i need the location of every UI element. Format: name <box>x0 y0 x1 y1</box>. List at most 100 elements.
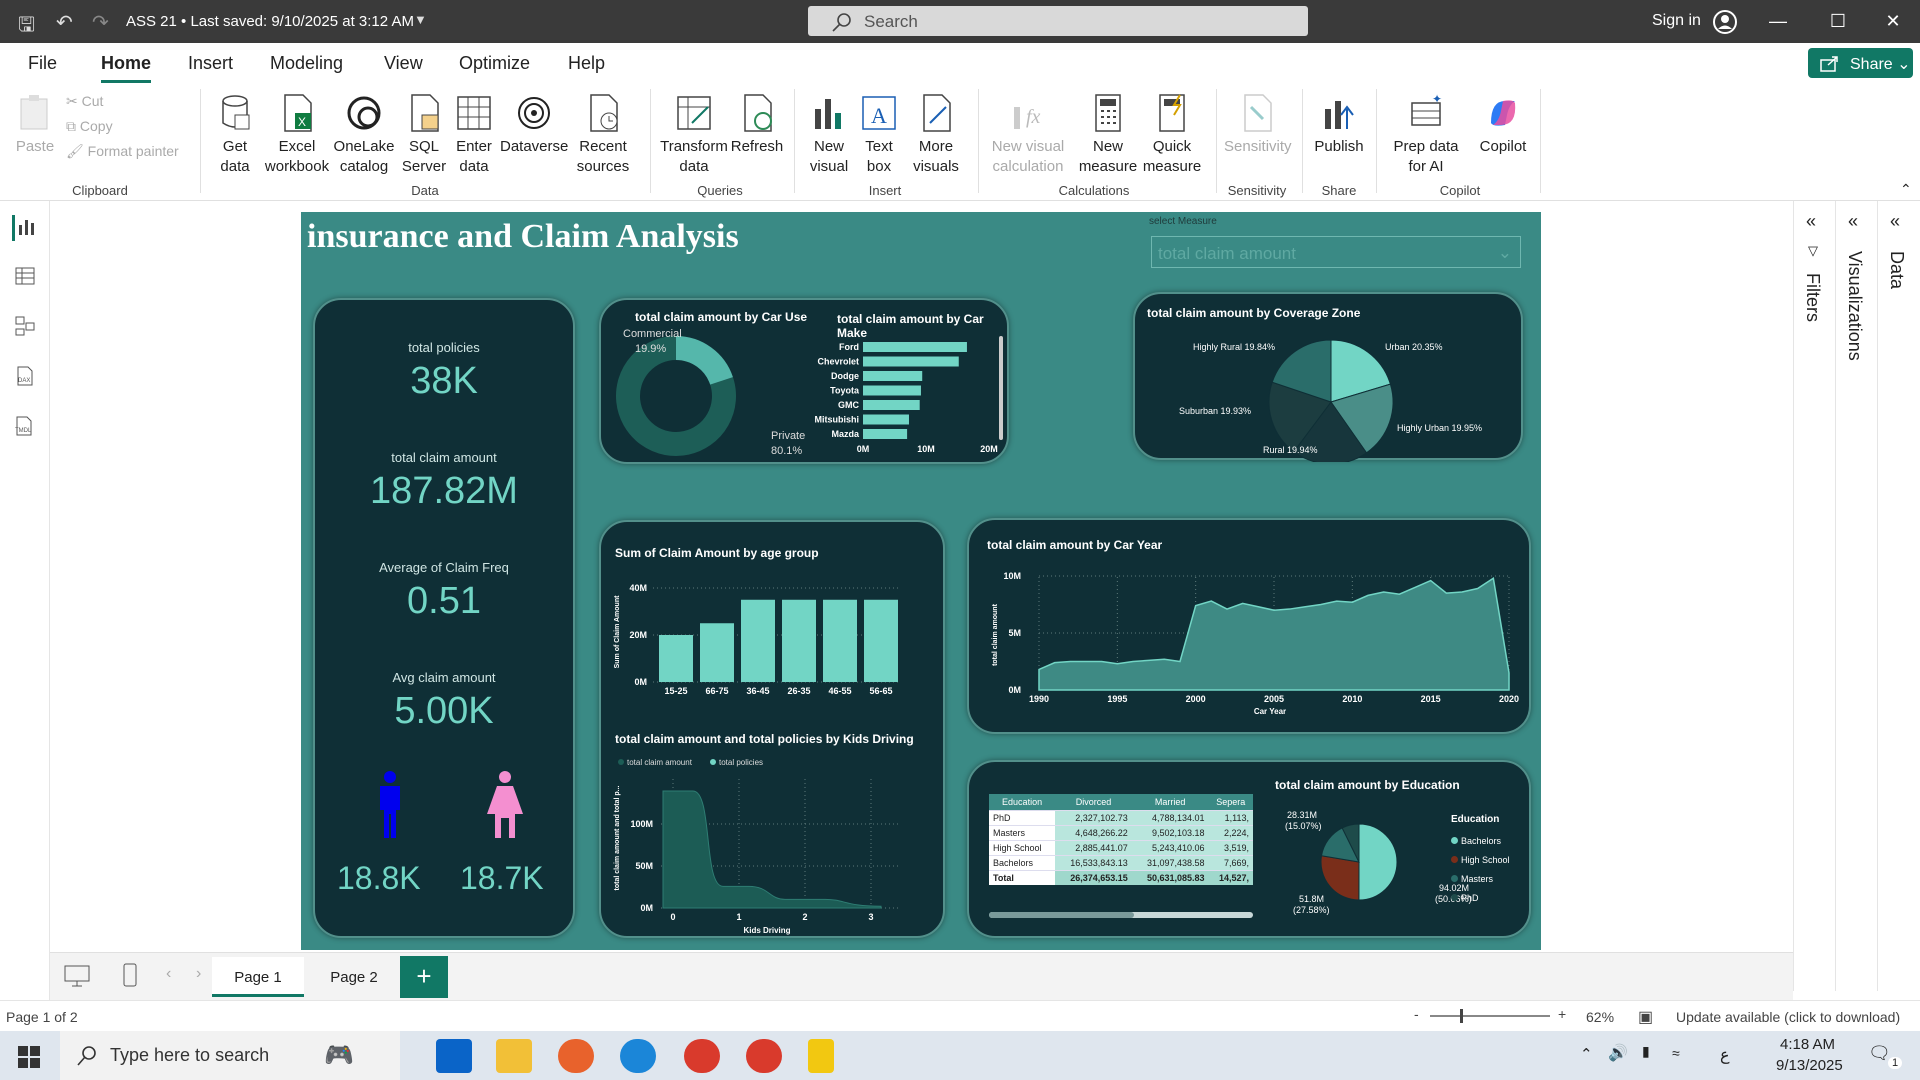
close-icon[interactable]: ✕ <box>1870 6 1916 36</box>
data-pane[interactable]: « Data <box>1877 201 1920 991</box>
file-explorer-icon[interactable] <box>496 1039 532 1073</box>
model-view-icon[interactable] <box>12 315 38 341</box>
power-bi-icon[interactable] <box>808 1039 834 1073</box>
get-data-button[interactable]: Get data <box>208 93 262 177</box>
edge-icon[interactable] <box>620 1039 656 1073</box>
format-painter-button[interactable]: 🖌 Format painter <box>66 143 179 160</box>
cut-button[interactable]: ✂ Cut <box>66 93 103 110</box>
share-button[interactable]: Share ⌄ <box>1808 48 1913 78</box>
matrix-total-row[interactable]: Total 26,374,653.15 50,631,085.83 14,527, <box>989 870 1253 885</box>
more-visuals-button[interactable]: More visuals <box>904 93 968 177</box>
matrix-row[interactable]: High School 2,885,441.07 5,243,410.06 3,519… <box>989 840 1253 856</box>
quick-measure-button[interactable]: Quick measure <box>1140 93 1204 177</box>
user-avatar-icon[interactable] <box>1712 9 1738 35</box>
enter-data-button[interactable]: Enter data <box>450 93 498 177</box>
legend-item[interactable]: Masters <box>1451 870 1510 889</box>
age-bar-chart[interactable]: 40M 20M 0M Sum of Claim Amount 15-25 66-75 36-… <box>601 562 947 702</box>
new-visual-calculation-button[interactable]: fx New visual calculation <box>986 93 1070 177</box>
matrix-row[interactable]: Masters 4,648,266.22 9,502,103.18 2,224, <box>989 825 1253 841</box>
legend-item[interactable]: PhD <box>1451 889 1510 908</box>
filters-pane[interactable]: « ▽ Filters <box>1793 201 1835 991</box>
menu-help[interactable]: Help <box>568 53 605 74</box>
firefox-icon[interactable] <box>558 1039 594 1073</box>
update-notice[interactable]: Update available (click to download) <box>1676 1009 1900 1025</box>
battery-icon[interactable]: ▮ <box>1642 1043 1650 1060</box>
chrome-profile-icon[interactable] <box>746 1039 782 1073</box>
copy-button[interactable]: ⧉ Copy <box>66 118 113 135</box>
prep-data-ai-button[interactable]: ✦ Prep data for AI <box>1384 93 1468 177</box>
excel-workbook-button[interactable]: X Excel workbook <box>262 93 332 177</box>
collapse-ribbon-icon[interactable]: ⌃ <box>1900 181 1912 198</box>
new-measure-button[interactable]: New measure <box>1076 93 1140 177</box>
visualizations-pane[interactable]: « Visualizations <box>1835 201 1877 991</box>
undo-icon[interactable]: ↶ <box>56 10 73 35</box>
scrollbar-thumb[interactable] <box>989 912 1135 918</box>
taskbar-search[interactable]: Type here to search 🎮 <box>60 1031 400 1080</box>
copilot-button[interactable]: Copilot <box>1470 93 1536 157</box>
prev-page-icon[interactable]: ‹ <box>166 965 171 983</box>
measure-slicer[interactable]: select Measure total claim amount ⌄ <box>1149 216 1529 271</box>
horizontal-scrollbar[interactable] <box>989 912 1253 918</box>
maximize-icon[interactable]: ☐ <box>1815 6 1861 36</box>
save-icon[interactable]: 🖫 <box>18 10 35 44</box>
redo-icon[interactable]: ↷ <box>92 10 109 35</box>
coverage-pie[interactable] <box>1135 294 1525 462</box>
dataverse-button[interactable]: Dataverse <box>500 93 568 157</box>
outlook-app-icon[interactable] <box>436 1039 472 1073</box>
menu-insert[interactable]: Insert <box>188 53 233 74</box>
car-year-area-chart[interactable]: 10M 5M 0M total claim amount 1990 1995 2000 200… <box>969 550 1533 736</box>
sql-server-button[interactable]: SQL Server <box>398 93 450 177</box>
menu-file[interactable]: File <box>28 53 57 74</box>
mobile-layout-icon[interactable] <box>122 963 138 987</box>
new-visual-button[interactable]: New visual <box>804 93 854 177</box>
desktop-layout-icon[interactable] <box>64 965 90 987</box>
zoom-thumb[interactable] <box>1460 1009 1463 1023</box>
onelake-catalog-button[interactable]: OneLake catalog <box>332 93 396 177</box>
matrix-column-header[interactable]: Married <box>1131 794 1209 811</box>
text-box-button[interactable]: A Text box <box>856 93 902 177</box>
matrix-column-header[interactable]: Education <box>989 794 1056 811</box>
publish-button[interactable]: Publish <box>1310 93 1368 157</box>
kids-area-chart[interactable]: total claim amount total policies 100M 50M 0… <box>601 748 947 938</box>
zoom-out-icon[interactable]: - <box>1414 1006 1419 1022</box>
document-title[interactable]: ASS 21 • Last saved: 9/10/2025 at 3:12 A… <box>126 13 414 30</box>
tab-page-1[interactable]: Page 1 <box>212 957 304 997</box>
recent-sources-button[interactable]: Recent sources <box>568 93 638 177</box>
sensitivity-button[interactable]: Sensitivity <box>1224 93 1292 157</box>
windows-start-icon[interactable] <box>18 1046 40 1068</box>
refresh-button[interactable]: Refresh <box>730 93 784 157</box>
search-input[interactable]: Search <box>808 6 1308 36</box>
paste-button[interactable]: Paste <box>12 93 58 157</box>
matrix-column-header[interactable]: Sepera <box>1208 794 1253 811</box>
matrix-row[interactable]: PhD 2,327,102.73 4,788,134.01 1,113, <box>989 810 1253 826</box>
zoom-slider[interactable] <box>1430 1009 1550 1023</box>
matrix-row[interactable]: Bachelors 16,533,843.13 31,097,438.58 7,669… <box>989 855 1253 871</box>
chrome-icon[interactable] <box>684 1039 720 1073</box>
dax-query-icon[interactable]: DAX <box>12 365 38 391</box>
add-page-button[interactable]: + <box>400 956 448 998</box>
fit-page-icon[interactable]: ▣ <box>1638 1007 1653 1027</box>
clock-time[interactable]: 4:18 AM <box>1780 1036 1835 1053</box>
menu-home[interactable]: Home <box>101 53 152 83</box>
education-matrix[interactable]: Education Divorced Married Sepera PhD 2,327,… <box>989 794 1253 885</box>
input-language[interactable]: ع <box>1720 1045 1730 1065</box>
slicer-dropdown[interactable]: total claim amount ⌄ <box>1151 236 1521 268</box>
chevron-down-icon[interactable]: ▼ <box>414 12 427 27</box>
matrix-column-header[interactable]: Divorced <box>1055 794 1132 811</box>
collapse-icon[interactable]: « <box>1848 211 1858 232</box>
volume-icon[interactable]: 🔊 <box>1608 1043 1628 1063</box>
tmdl-view-icon[interactable]: TMDL <box>12 415 38 441</box>
report-view-icon[interactable] <box>12 215 38 241</box>
legend-item[interactable]: Bachelors <box>1451 832 1510 851</box>
zoom-in-icon[interactable]: + <box>1558 1006 1566 1022</box>
car-make-bar-chart[interactable]: Ford Chevrolet Dodge Toyota GMC Mitsubishi Maz… <box>791 330 1009 460</box>
clock-date[interactable]: 9/13/2025 <box>1776 1057 1843 1074</box>
transform-data-button[interactable]: Transform data <box>658 93 730 177</box>
menu-view[interactable]: View <box>384 53 423 74</box>
minimize-icon[interactable]: — <box>1755 6 1801 36</box>
tab-page-2[interactable]: Page 2 <box>308 957 400 997</box>
legend-item[interactable]: High School <box>1451 851 1510 870</box>
collapse-icon[interactable]: « <box>1806 211 1816 232</box>
menu-modeling[interactable]: Modeling <box>270 53 343 74</box>
wifi-icon[interactable]: ≈ <box>1672 1045 1680 1061</box>
